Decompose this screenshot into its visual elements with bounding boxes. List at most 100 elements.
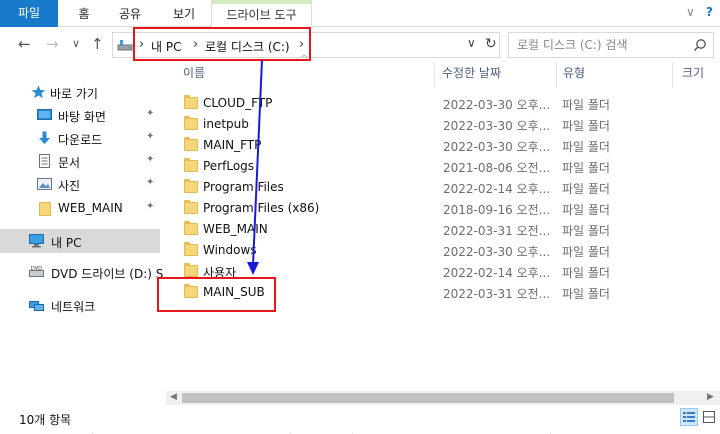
sidebar-item-label: 바로 가기 xyxy=(50,87,98,101)
address-row: ← → ∨ ↑ › 내 PC › 로컬 디스크 (C:) › ∨ ↻ xyxy=(0,28,720,62)
pictures-icon xyxy=(37,178,52,190)
file-date-modified: 2022-02-14 오후... xyxy=(443,182,551,196)
sidebar-item-label: WEB_MAIN xyxy=(58,201,123,215)
file-type: 파일 폴더 xyxy=(562,287,610,301)
back-button[interactable]: ← xyxy=(18,36,31,52)
up-button[interactable]: ↑ xyxy=(91,36,104,52)
file-row[interactable]: WEB_MAIN 2022-03-31 오전... 파일 폴더 xyxy=(176,219,720,240)
sidebar-item-quick-access[interactable]: 바로 가기 xyxy=(0,80,160,104)
folder-icon xyxy=(184,95,198,109)
file-name: MAIN_FTP xyxy=(203,138,262,152)
address-history-dropdown-icon[interactable]: ∨ xyxy=(467,36,476,50)
sidebar-item-pictures[interactable]: 사진 ✦ xyxy=(0,172,160,196)
file-name: inetpub xyxy=(203,117,249,131)
folder-icon xyxy=(184,116,198,130)
file-date-modified: 2022-03-30 오후... xyxy=(443,119,551,133)
sidebar-item-downloads[interactable]: 다운로드 ✦ xyxy=(0,126,160,150)
network-icon xyxy=(29,301,44,311)
sidebar-item-documents[interactable]: 문서 ✦ xyxy=(0,149,160,173)
tab-share[interactable]: 공유 xyxy=(110,3,150,27)
sidebar-item-web-main[interactable]: WEB_MAIN ✦ xyxy=(0,196,160,220)
pin-icon[interactable]: ✦ xyxy=(146,201,154,212)
column-divider[interactable] xyxy=(556,62,557,88)
collapse-ribbon-icon[interactable]: ∨ xyxy=(686,5,695,19)
computer-icon xyxy=(29,234,44,248)
file-row[interactable]: Program Files (x86) 2018-09-16 오전... 파일 … xyxy=(176,198,720,219)
details-view-button[interactable] xyxy=(680,408,698,426)
tab-view[interactable]: 보기 xyxy=(164,3,204,27)
main-sub-highlight-box xyxy=(157,277,276,312)
large-icons-view-button[interactable] xyxy=(700,408,718,426)
search-input[interactable] xyxy=(517,37,687,53)
sidebar-item-label: DVD 드라이브 (D:) S xyxy=(51,267,164,281)
file-date-modified: 2022-03-31 오전... xyxy=(443,224,551,238)
forward-button[interactable]: → xyxy=(46,36,59,52)
folder-icon xyxy=(184,179,198,193)
folder-icon xyxy=(184,221,198,235)
address-highlight-box xyxy=(133,27,311,61)
file-row[interactable]: Windows 2022-03-30 오후... 파일 폴더 xyxy=(176,240,720,261)
file-type: 파일 폴더 xyxy=(562,119,610,133)
column-divider[interactable] xyxy=(434,62,435,88)
status-bar: 10개 항목 xyxy=(0,405,720,434)
file-row[interactable]: PerfLogs 2021-08-06 오전... 파일 폴더 xyxy=(176,156,720,177)
item-count: 10개 항목 xyxy=(19,413,72,427)
large-icons-view-icon xyxy=(703,411,715,423)
file-row[interactable]: Program Files 2022-02-14 오후... 파일 폴더 xyxy=(176,177,720,198)
pin-icon[interactable]: ✦ xyxy=(146,131,154,142)
file-row[interactable]: CLOUD_FTP 2022-03-30 오후... 파일 폴더 xyxy=(176,93,720,114)
file-date-modified: 2022-03-30 오후... xyxy=(443,98,551,112)
scroll-left-icon[interactable]: ◀ xyxy=(170,392,177,402)
column-header-date-modified[interactable]: 수정한 날짜 xyxy=(442,64,501,86)
scrollbar-thumb[interactable] xyxy=(182,393,674,403)
file-name: Program Files xyxy=(203,180,284,194)
sidebar-item-label: 문서 xyxy=(58,156,81,170)
folder-icon xyxy=(184,137,198,151)
sidebar-item-label: 다운로드 xyxy=(58,133,103,147)
pin-icon[interactable]: ✦ xyxy=(146,177,154,188)
file-name: CLOUD_FTP xyxy=(203,96,273,110)
download-icon xyxy=(39,131,50,144)
column-header-type[interactable]: 유형 xyxy=(563,64,585,86)
file-type: 파일 폴더 xyxy=(562,98,610,112)
file-type: 파일 폴더 xyxy=(562,245,610,259)
sidebar-item-dvd-drive[interactable]: DVD DVD 드라이브 (D:) S xyxy=(0,260,164,284)
file-date-modified: 2018-09-16 오전... xyxy=(443,203,551,217)
column-header-size[interactable]: 크기 xyxy=(682,64,704,86)
folder-icon xyxy=(39,202,51,216)
column-divider[interactable] xyxy=(672,62,673,88)
file-type: 파일 폴더 xyxy=(562,182,610,196)
desktop-icon xyxy=(37,109,52,120)
file-date-modified: 2022-03-31 오전... xyxy=(443,287,551,301)
help-icon[interactable]: ? xyxy=(706,5,713,19)
ribbon: 파일 홈 공유 보기 드라이브 도구 ∨ ? xyxy=(0,0,720,27)
file-name: WEB_MAIN xyxy=(203,222,268,236)
file-date-modified: 2021-08-06 오전... xyxy=(443,161,551,175)
pin-icon[interactable]: ✦ xyxy=(146,154,154,165)
horizontal-scrollbar[interactable]: ◀ ▶ xyxy=(166,391,720,405)
column-header-name[interactable]: 이름 xyxy=(183,64,205,86)
document-icon xyxy=(39,154,50,168)
details-view-icon xyxy=(683,412,695,422)
search-icon[interactable] xyxy=(693,38,707,52)
sidebar-item-label: 사진 xyxy=(58,179,81,193)
tab-drive-tools[interactable]: 드라이브 도구 xyxy=(211,0,312,27)
file-row[interactable]: inetpub 2022-03-30 오후... 파일 폴더 xyxy=(176,114,720,135)
drive-icon xyxy=(117,40,133,51)
search-box[interactable] xyxy=(508,32,714,58)
tab-home[interactable]: 홈 xyxy=(70,3,98,27)
sidebar-item-this-pc[interactable]: 내 PC xyxy=(0,229,160,253)
sidebar-item-label: 바탕 화면 xyxy=(58,110,106,124)
file-type: 파일 폴더 xyxy=(562,203,610,217)
navigation-pane: 바로 가기 바탕 화면 ✦ 다운로드 ✦ 문서 ✦ 사진 ✦ WEB_MAIN … xyxy=(0,62,164,402)
recent-locations-icon[interactable]: ∨ xyxy=(72,36,80,52)
file-date-modified: 2022-02-14 오후... xyxy=(443,266,551,280)
pin-icon[interactable]: ✦ xyxy=(146,108,154,119)
tab-file[interactable]: 파일 xyxy=(0,0,58,27)
sidebar-item-network[interactable]: 네트워크 xyxy=(0,293,160,317)
sidebar-item-desktop[interactable]: 바탕 화면 ✦ xyxy=(0,103,160,127)
file-row[interactable]: MAIN_FTP 2022-03-30 오후... 파일 폴더 xyxy=(176,135,720,156)
file-type: 파일 폴더 xyxy=(562,266,610,280)
refresh-icon[interactable]: ↻ xyxy=(485,36,497,52)
scroll-right-icon[interactable]: ▶ xyxy=(707,392,714,402)
